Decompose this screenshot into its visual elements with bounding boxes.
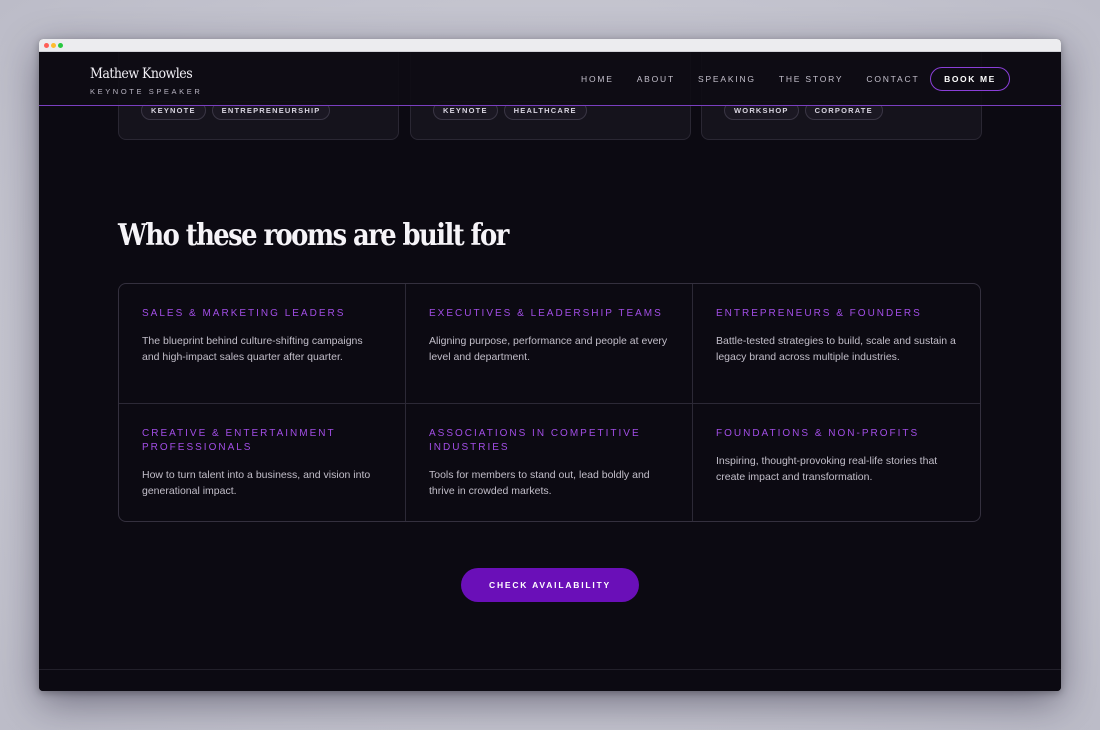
nav-contact[interactable]: CONTACT — [866, 74, 919, 84]
audience-title: CREATIVE & ENTERTAINMENT PROFESSIONALS — [142, 428, 336, 453]
audience-cell: FOUNDATIONS & NON-PROFITS Inspiring, tho… — [693, 404, 980, 521]
footer-divider — [39, 669, 1061, 670]
nav-speaking[interactable]: SPEAKING — [698, 74, 756, 84]
audience-title: ASSOCIATIONS IN COMPETITIVE INDUSTRIES — [429, 428, 641, 453]
audience-title: FOUNDATIONS & NON-PROFITS — [716, 428, 920, 439]
nav-the-story[interactable]: THE STORY — [779, 74, 844, 84]
section-title: Who these rooms are built for — [118, 218, 509, 253]
audience-description: Aligning purpose, performance and people… — [429, 335, 668, 363]
audience-title: ENTREPRENEURS & FOUNDERS — [716, 308, 922, 319]
minimize-window-icon[interactable] — [51, 43, 56, 48]
nav-about[interactable]: ABOUT — [637, 74, 675, 84]
audience-cell: CREATIVE & ENTERTAINMENT PROFESSIONALS H… — [119, 404, 406, 521]
window-titlebar — [39, 39, 1061, 52]
audience-grid: SALES & MARKETING LEADERS The blueprint … — [118, 283, 981, 522]
audience-cell: SALES & MARKETING LEADERS The blueprint … — [119, 284, 406, 404]
brand-logo-name[interactable]: Mathew Knowles — [90, 66, 193, 82]
audience-description: Inspiring, thought-provoking real-life s… — [716, 455, 938, 483]
maximize-window-icon[interactable] — [58, 43, 63, 48]
browser-window: KEYNOTE ENTREPRENEURSHIP KEYNOTE HEALTHC… — [39, 39, 1061, 691]
audience-title: EXECUTIVES & LEADERSHIP TEAMS — [429, 308, 663, 319]
audience-cell: EXECUTIVES & LEADERSHIP TEAMS Aligning p… — [406, 284, 693, 404]
check-availability-button[interactable]: CHECK AVAILABILITY — [461, 568, 639, 602]
brand-tagline: KEYNOTE SPEAKER — [90, 87, 203, 96]
book-me-button[interactable]: BOOK ME — [930, 67, 1010, 91]
audience-cell: ASSOCIATIONS IN COMPETITIVE INDUSTRIES T… — [406, 404, 693, 521]
page-content: KEYNOTE ENTREPRENEURSHIP KEYNOTE HEALTHC… — [39, 52, 1061, 691]
main-nav: HOME ABOUT SPEAKING THE STORY CONTACT — [581, 74, 942, 84]
nav-home[interactable]: HOME — [581, 74, 614, 84]
close-window-icon[interactable] — [44, 43, 49, 48]
audience-cell: ENTREPRENEURS & FOUNDERS Battle-tested s… — [693, 284, 980, 404]
audience-description: Tools for members to stand out, lead bol… — [429, 469, 650, 497]
audience-description: Battle-tested strategies to build, scale… — [716, 335, 956, 363]
audience-description: The blueprint behind culture-shifting ca… — [142, 335, 363, 363]
site-header: Mathew Knowles KEYNOTE SPEAKER HOME ABOU… — [39, 52, 1061, 106]
audience-title: SALES & MARKETING LEADERS — [142, 308, 346, 319]
audience-description: How to turn talent into a business, and … — [142, 469, 371, 497]
